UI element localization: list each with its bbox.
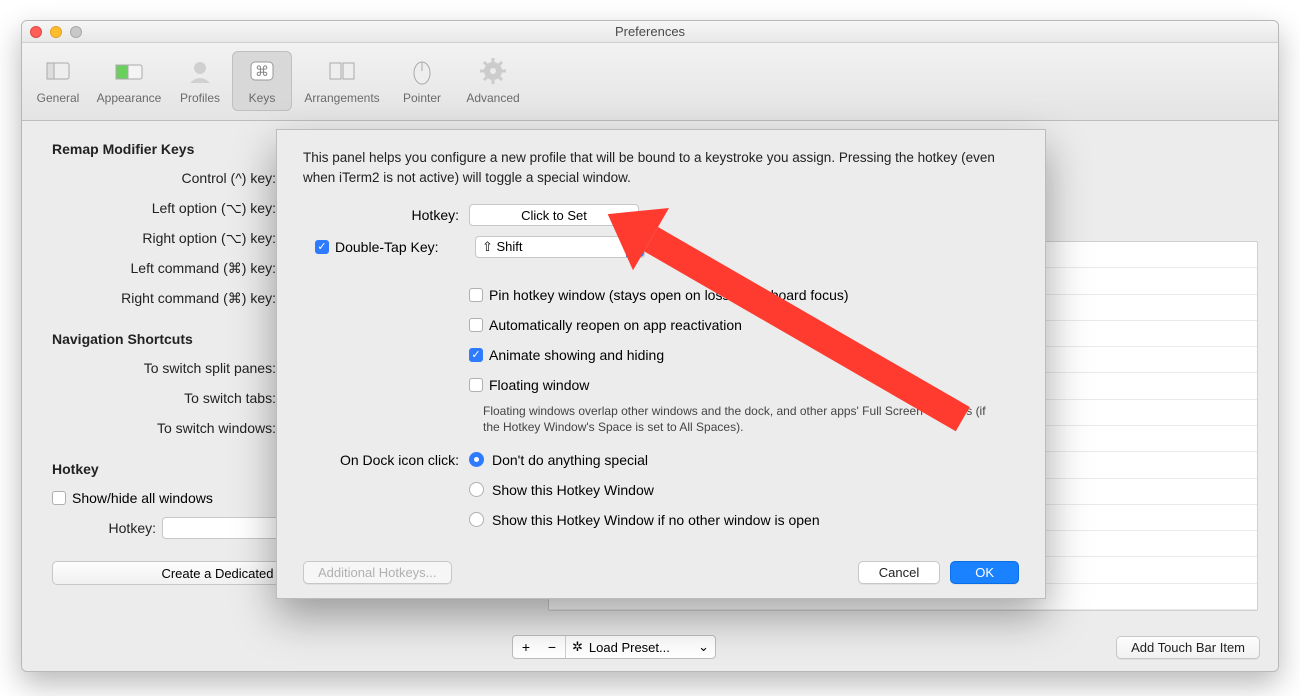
- dock-click-label: On Dock icon click:: [303, 452, 469, 468]
- load-preset-dropdown[interactable]: ✲ Load Preset... ⌄: [565, 636, 715, 658]
- keys-icon: ⌘: [246, 55, 278, 87]
- appearance-icon: [113, 55, 145, 87]
- remap-control-label: Control (^) key:: [52, 170, 282, 186]
- animate-checkbox[interactable]: [469, 348, 483, 362]
- tab-label: Keys: [249, 91, 276, 105]
- gear-icon: ✲: [572, 639, 583, 655]
- load-preset-label: Load Preset...: [589, 640, 670, 655]
- add-touch-bar-item-button[interactable]: Add Touch Bar Item: [1116, 636, 1260, 659]
- hotkey-config-sheet: This panel helps you configure a new pro…: [276, 129, 1046, 599]
- floating-window-label: Floating window: [489, 377, 589, 393]
- nav-tabs-label: To switch tabs:: [52, 390, 282, 406]
- remap-left-option-label: Left option (⌥) key:: [52, 200, 282, 217]
- nav-split-panes-label: To switch split panes:: [52, 360, 282, 376]
- add-mapping-button[interactable]: +: [513, 636, 539, 658]
- sheet-intro-text: This panel helps you configure a new pro…: [303, 148, 1019, 187]
- hotkey-click-to-set[interactable]: Click to Set: [469, 204, 639, 226]
- tab-arrangements[interactable]: Arrangements: [294, 51, 390, 111]
- showhide-label: Show/hide all windows: [72, 490, 213, 506]
- profiles-icon: [184, 55, 216, 87]
- tab-advanced[interactable]: Advanced: [454, 51, 532, 111]
- hotkey-field-label: Hotkey:: [52, 520, 162, 536]
- dock-option-0-radio[interactable]: [469, 452, 484, 467]
- remap-right-command-label: Right command (⌘) key:: [52, 290, 282, 307]
- bottom-bar: + − ✲ Load Preset... ⌄ Add Touch Bar Ite…: [40, 635, 1260, 659]
- chevron-down-icon: ⌄: [698, 639, 709, 655]
- tab-keys[interactable]: ⌘ Keys: [232, 51, 292, 111]
- showhide-checkbox[interactable]: [52, 491, 66, 505]
- preferences-toolbar: General Appearance Profiles ⌘ Keys Arran…: [22, 43, 1278, 121]
- floating-window-checkbox[interactable]: [469, 378, 483, 392]
- chevron-updown-icon: [626, 237, 644, 257]
- tab-profiles[interactable]: Profiles: [170, 51, 230, 111]
- auto-reopen-label: Automatically reopen on app reactivation: [489, 317, 742, 333]
- titlebar: Preferences: [22, 21, 1278, 43]
- floating-help-text: Floating windows overlap other windows a…: [483, 403, 1003, 435]
- remap-right-option-label: Right option (⌥) key:: [52, 230, 282, 247]
- double-tap-value: ⇧ Shift: [482, 239, 523, 255]
- general-icon: [42, 55, 74, 87]
- sheet-footer: Additional Hotkeys... Cancel OK: [303, 561, 1019, 584]
- dock-option-1-radio[interactable]: [469, 482, 484, 497]
- tab-label: Advanced: [466, 91, 519, 105]
- list-controls: + − ✲ Load Preset... ⌄: [512, 635, 716, 659]
- tab-label: Profiles: [180, 91, 220, 105]
- tab-appearance[interactable]: Appearance: [90, 51, 168, 111]
- additional-hotkeys-button[interactable]: Additional Hotkeys...: [303, 561, 452, 584]
- hotkey-label: Hotkey:: [303, 207, 469, 223]
- pointer-icon: [406, 55, 438, 87]
- tab-label: General: [37, 91, 80, 105]
- window-title: Preferences: [22, 24, 1278, 39]
- tab-label: Pointer: [403, 91, 441, 105]
- dock-option-2-label: Show this Hotkey Window if no other wind…: [492, 512, 820, 528]
- pin-hotkey-label: Pin hotkey window (stays open on loss of…: [489, 287, 849, 303]
- svg-text:⌘: ⌘: [255, 63, 269, 79]
- tab-pointer[interactable]: Pointer: [392, 51, 452, 111]
- animate-label: Animate showing and hiding: [489, 347, 664, 363]
- auto-reopen-checkbox[interactable]: [469, 318, 483, 332]
- dock-option-0-label: Don't do anything special: [492, 452, 648, 468]
- tab-label: Appearance: [97, 91, 162, 105]
- advanced-icon: [477, 55, 509, 87]
- ok-button[interactable]: OK: [950, 561, 1019, 584]
- pin-hotkey-checkbox[interactable]: [469, 288, 483, 302]
- remove-mapping-button[interactable]: −: [539, 636, 565, 658]
- cancel-button[interactable]: Cancel: [858, 561, 940, 584]
- dock-option-2-radio[interactable]: [469, 512, 484, 527]
- double-tap-label: Double-Tap Key:: [335, 239, 475, 255]
- nav-windows-label: To switch windows:: [52, 420, 282, 436]
- preferences-window: Preferences General Appearance Profiles …: [21, 20, 1279, 672]
- tab-general[interactable]: General: [28, 51, 88, 111]
- tab-label: Arrangements: [304, 91, 379, 105]
- dock-option-1-label: Show this Hotkey Window: [492, 482, 654, 498]
- arrangements-icon: [326, 55, 358, 87]
- double-tap-key-select[interactable]: ⇧ Shift: [475, 236, 645, 258]
- double-tap-checkbox[interactable]: [315, 240, 329, 254]
- remap-left-command-label: Left command (⌘) key:: [52, 260, 282, 277]
